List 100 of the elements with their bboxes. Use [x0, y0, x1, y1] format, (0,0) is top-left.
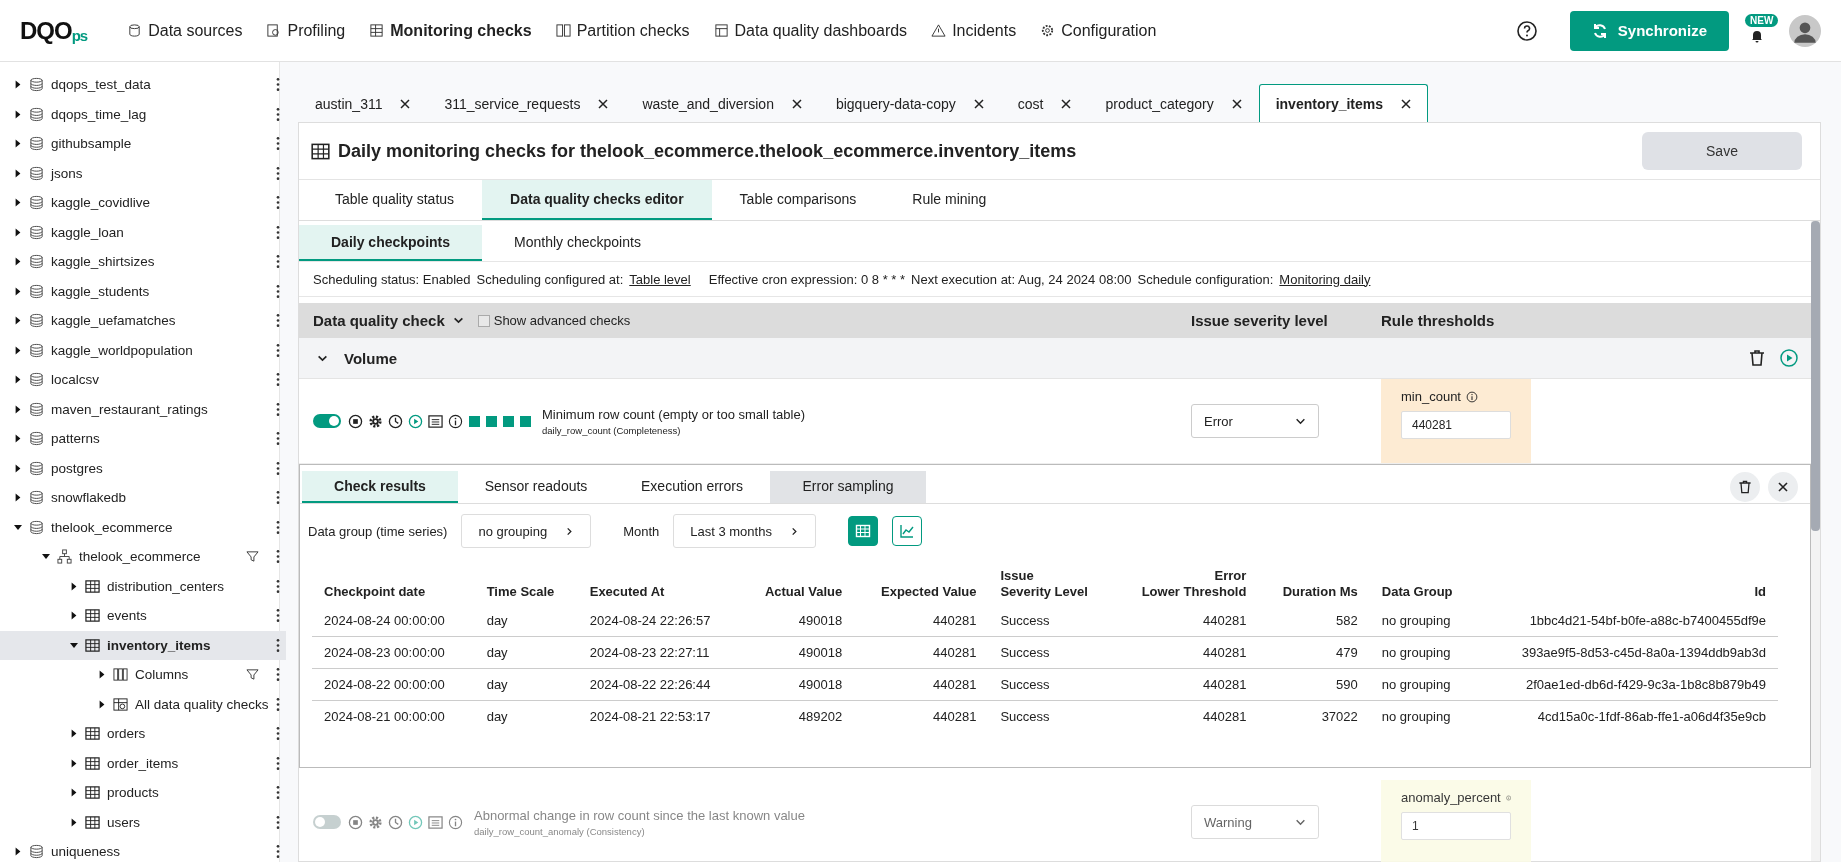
play-icon[interactable] — [1779, 348, 1799, 368]
kebab-menu-icon[interactable] — [275, 313, 280, 329]
close-icon[interactable] — [1061, 98, 1072, 109]
tab[interactable]: Monthly checkpoints — [482, 225, 673, 261]
tree-item[interactable]: events — [0, 601, 286, 631]
kebab-menu-icon[interactable] — [275, 195, 280, 211]
tree-item[interactable]: patterns — [0, 424, 286, 454]
tab[interactable]: Data quality checks editor — [482, 180, 712, 220]
kebab-menu-icon[interactable] — [275, 165, 280, 181]
kebab-menu-icon[interactable] — [275, 490, 280, 506]
tree-item[interactable]: postgres — [0, 453, 286, 483]
caret-icon[interactable] — [14, 316, 22, 326]
caret-icon[interactable] — [70, 581, 78, 591]
close-icon[interactable] — [1401, 98, 1412, 109]
schedule-link[interactable]: Monitoring daily — [1279, 271, 1371, 287]
tree-item[interactable]: products — [0, 778, 286, 808]
severity-dropdown[interactable]: Warning — [1191, 805, 1319, 839]
kebab-menu-icon[interactable] — [275, 342, 280, 358]
kebab-menu-icon[interactable] — [275, 667, 280, 683]
tree-item[interactable]: kaggle_students — [0, 276, 286, 306]
kebab-menu-icon[interactable] — [275, 578, 280, 594]
kebab-menu-icon[interactable] — [275, 136, 280, 152]
caret-icon[interactable] — [14, 522, 22, 532]
threshold-input[interactable]: 1 — [1401, 812, 1511, 840]
scrollbar-thumb[interactable] — [1811, 221, 1820, 531]
group-select[interactable]: no grouping — [461, 514, 592, 548]
tab[interactable]: Error sampling — [770, 471, 926, 503]
stop-icon[interactable] — [348, 413, 363, 429]
kebab-menu-icon[interactable] — [275, 785, 280, 801]
schedule-link[interactable]: Table level — [629, 271, 691, 287]
nav-link[interactable]: Data quality dashboards — [713, 21, 908, 40]
tree-item[interactable]: dqops_test_data — [0, 70, 286, 100]
tab[interactable]: 311_service_requests — [427, 84, 626, 122]
kebab-menu-icon[interactable] — [275, 283, 280, 299]
tree-item[interactable]: users — [0, 807, 286, 837]
threshold-input[interactable]: 440281 — [1401, 411, 1511, 439]
chevron-icon[interactable] — [452, 315, 464, 326]
tree-item[interactable]: jsons — [0, 158, 286, 188]
tree-item[interactable]: githubsample — [0, 129, 286, 159]
kebab-menu-icon[interactable] — [275, 608, 280, 624]
kebab-menu-icon[interactable] — [275, 519, 280, 535]
toggle-switch[interactable] — [313, 414, 341, 428]
tree-item[interactable]: kaggle_loan — [0, 217, 286, 247]
avatar-icon[interactable] — [1789, 14, 1821, 47]
tab[interactable]: Table comparisons — [711, 180, 885, 220]
tree-item[interactable]: uniqueness — [0, 837, 286, 862]
tree-item[interactable]: orders — [0, 719, 286, 749]
kebab-menu-icon[interactable] — [275, 637, 280, 653]
tab[interactable]: Execution errors — [614, 471, 770, 503]
tab[interactable]: austin_311 — [298, 84, 428, 122]
nav-link[interactable]: Profiling — [266, 21, 346, 40]
caret-icon[interactable] — [14, 375, 22, 385]
caret-icon[interactable] — [14, 109, 22, 119]
close-button[interactable] — [1768, 472, 1798, 502]
chart-view-button[interactable] — [891, 516, 922, 546]
kebab-menu-icon[interactable] — [275, 254, 280, 270]
table-view-button[interactable] — [847, 516, 878, 546]
toggle-switch[interactable] — [313, 815, 341, 829]
clock-icon[interactable] — [388, 413, 403, 429]
tree-item[interactable]: snowflakedb — [0, 483, 286, 513]
help-icon[interactable] — [1515, 19, 1538, 42]
kebab-menu-icon[interactable] — [275, 844, 280, 860]
settings-icon[interactable] — [368, 413, 383, 429]
tree-item[interactable]: distribution_centers — [0, 571, 286, 601]
result-square[interactable] — [503, 415, 514, 427]
tree-item[interactable]: thelook_ecommerce — [0, 542, 286, 572]
caret-icon[interactable] — [14, 257, 22, 267]
info-icon[interactable] — [448, 413, 463, 429]
tab[interactable]: Rule mining — [884, 180, 1015, 220]
tab[interactable]: bigquery-data-copy — [818, 84, 1001, 122]
tree-item[interactable]: kaggle_shirtsizes — [0, 247, 286, 277]
month-select[interactable]: Last 3 months — [673, 514, 816, 548]
caret-icon[interactable] — [14, 345, 22, 355]
tab[interactable]: Check results — [302, 471, 458, 503]
advanced-checkbox[interactable]: Show advanced checks — [477, 313, 631, 328]
caret-icon[interactable] — [14, 139, 22, 149]
nav-link[interactable]: Partition checks — [555, 21, 690, 40]
tab[interactable]: product_category — [1088, 84, 1259, 122]
kebab-menu-icon[interactable] — [275, 77, 280, 93]
save-button[interactable]: Save — [1642, 132, 1802, 170]
caret-icon[interactable] — [14, 847, 22, 857]
close-icon[interactable] — [973, 98, 984, 109]
caret-icon[interactable] — [14, 493, 22, 503]
tab[interactable]: cost — [1000, 84, 1089, 122]
close-icon[interactable] — [791, 98, 802, 109]
caret-icon[interactable] — [70, 729, 78, 739]
nav-link[interactable]: Incidents — [931, 21, 1017, 40]
tree-item[interactable]: kaggle_uefamatches — [0, 306, 286, 336]
delete-button[interactable] — [1730, 472, 1760, 502]
nav-link[interactable]: Configuration — [1040, 21, 1157, 40]
caret-icon[interactable] — [70, 758, 78, 768]
severity-dropdown[interactable]: Error — [1191, 404, 1319, 438]
nav-link[interactable]: Data sources — [127, 21, 243, 40]
tab[interactable]: waste_and_diversion — [625, 84, 819, 122]
caret-icon[interactable] — [14, 286, 22, 296]
kebab-menu-icon[interactable] — [275, 814, 280, 830]
result-square[interactable] — [486, 415, 497, 427]
tree-item[interactable]: maven_restaurant_ratings — [0, 394, 286, 424]
caret-icon[interactable] — [14, 198, 22, 208]
kebab-menu-icon[interactable] — [275, 431, 280, 447]
